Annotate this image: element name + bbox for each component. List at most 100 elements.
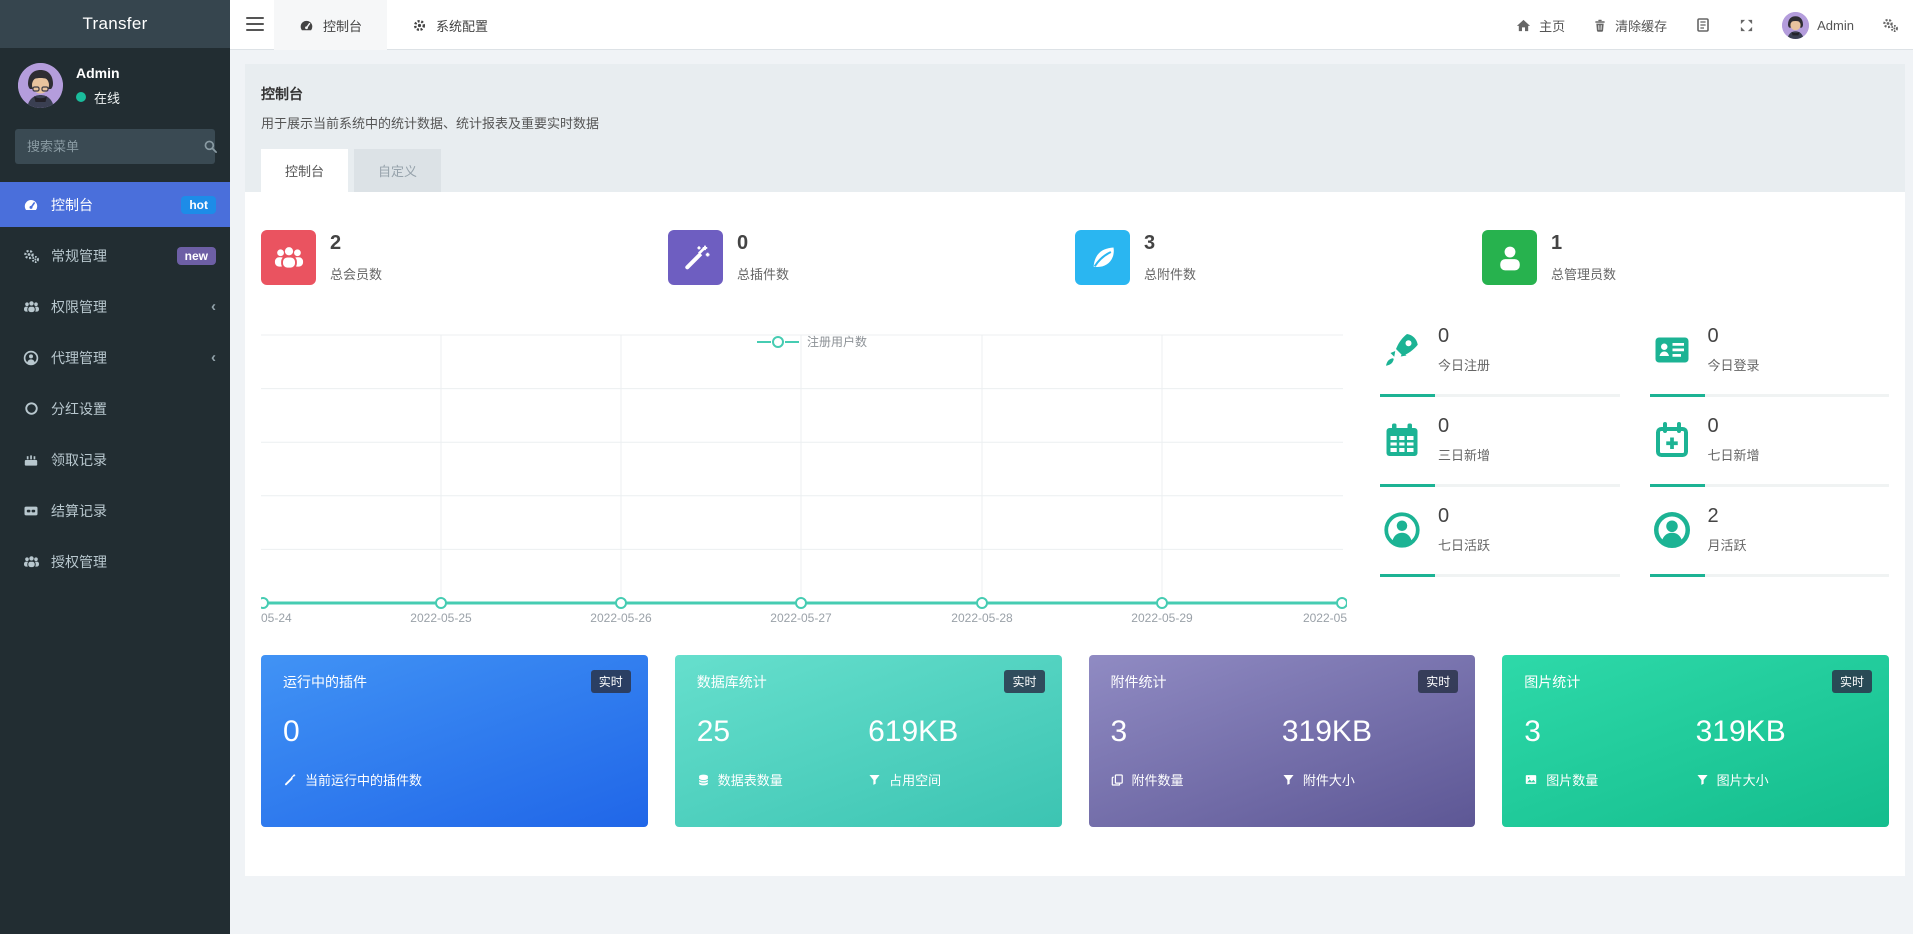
realtime-badge: 实时 [1418, 670, 1458, 693]
sidebar-item-label: 常规管理 [51, 246, 107, 266]
stat-total-members: 2 总会员数 [261, 230, 668, 285]
summary-cards: 运行中的插件 实时 0 当前运行中的插件数 数据库统计 实时 25 [261, 655, 1889, 827]
avatar-image [18, 63, 63, 108]
mini-stat-progress [1650, 484, 1890, 487]
home-link[interactable]: 主页 [1516, 16, 1565, 35]
card-image-stats: 图片统计 实时 3 319KB 图片数量 [1502, 655, 1889, 827]
sidebar-item-general[interactable]: 常规管理 new [0, 233, 230, 278]
sidebar-item-authorization[interactable]: 授权管理 [0, 539, 230, 584]
calendar-plus-icon [1652, 420, 1692, 460]
hot-badge: hot [181, 196, 216, 214]
fullscreen-button[interactable] [1739, 18, 1754, 33]
nav-tab-system-config[interactable]: 系统配置 [387, 0, 513, 50]
mini-stat-monthly-active: 2 月活跃 [1650, 505, 1890, 577]
id-card-icon [1652, 330, 1692, 370]
svg-text:2022-05-27: 2022-05-27 [770, 611, 832, 625]
card-value: 3 [1111, 715, 1282, 749]
chevron-left-icon: ‹ [211, 298, 216, 315]
chart-legend[interactable]: 注册用户数 [757, 334, 867, 349]
trash-icon [1593, 18, 1607, 33]
realtime-badge: 实时 [591, 670, 631, 693]
avatar [1782, 12, 1809, 39]
mini-stat-label: 今日登录 [1708, 355, 1890, 374]
legend-label: 注册用户数 [807, 334, 867, 349]
sidebar-item-agents[interactable]: 代理管理 ‹ [0, 335, 230, 380]
stat-label: 总会员数 [330, 264, 382, 283]
user-icon [1482, 230, 1537, 285]
user-circle-icon [1652, 510, 1692, 550]
svg-text:2022-05-29: 2022-05-29 [1131, 611, 1193, 625]
nav-tab-dashboard[interactable]: 控制台 [274, 0, 387, 50]
mini-stat-label: 七日活跃 [1438, 535, 1620, 554]
svg-text:2022-05-28: 2022-05-28 [951, 611, 1013, 625]
user-menu-label: Admin [1817, 18, 1854, 33]
sidebar-search [15, 129, 215, 164]
chevron-left-icon: ‹ [211, 349, 216, 366]
middle-row: 注册用户数 05-24 2022-05-25 2022-05-26 2022-0… [261, 325, 1889, 627]
x-axis-labels: 05-24 2022-05-25 2022-05-26 2022-05-27 2… [261, 611, 1347, 625]
card-footer-label: 附件数量 [1132, 770, 1184, 789]
stat-label: 总管理员数 [1551, 264, 1616, 283]
card-footer-label: 图片大小 [1717, 770, 1769, 789]
sidebar-item-label: 结算记录 [51, 501, 107, 521]
card-title: 运行中的插件 [283, 672, 626, 692]
top-navbar: 控制台 系统配置 主页 清除缓存 [230, 0, 1913, 50]
card-value-2: 619KB [868, 715, 1039, 749]
user-circle-icon [22, 350, 40, 366]
search-input[interactable] [27, 139, 203, 154]
card-value: 25 [697, 715, 868, 749]
cake-icon [22, 452, 40, 468]
card-footer-label: 图片数量 [1546, 770, 1598, 789]
card-running-plugins: 运行中的插件 实时 0 当前运行中的插件数 [261, 655, 648, 827]
sidebar-item-dashboard[interactable]: 控制台 hot [0, 182, 230, 227]
book-icon [1695, 17, 1711, 33]
new-badge: new [177, 247, 216, 265]
mini-stat-progress [1380, 484, 1620, 487]
card-title: 数据库统计 [697, 672, 1040, 692]
home-label: 主页 [1539, 16, 1565, 35]
user-menu[interactable]: Admin [1782, 12, 1854, 39]
page-title: 控制台 [261, 84, 1889, 104]
sidebar-toggle-icon[interactable] [246, 17, 264, 35]
sidebar-item-label: 控制台 [51, 195, 93, 215]
mini-stat-today-registered: 0 今日注册 [1380, 325, 1620, 397]
database-icon [697, 773, 710, 787]
card-title: 图片统计 [1524, 672, 1867, 692]
magic-wand-icon [283, 773, 297, 787]
sidebar-item-claims[interactable]: 领取记录 [0, 437, 230, 482]
rocket-icon [1382, 330, 1422, 370]
mini-stat-three-day-new: 0 三日新增 [1380, 415, 1620, 487]
user-status: 在线 [76, 88, 120, 107]
stat-total-attachments: 3 总附件数 [1075, 230, 1482, 285]
card-icon [22, 503, 40, 519]
stat-label: 总插件数 [737, 264, 789, 283]
tab-dashboard[interactable]: 控制台 [261, 149, 348, 192]
stat-value: 3 [1144, 232, 1196, 255]
mini-stat-progress [1380, 574, 1620, 577]
user-info: Admin 在线 [76, 65, 120, 107]
sidebar-item-permissions[interactable]: 权限管理 ‹ [0, 284, 230, 329]
tab-custom[interactable]: 自定义 [354, 149, 441, 192]
user-name: Admin [76, 65, 120, 81]
svg-text:2022-05-25: 2022-05-25 [410, 611, 472, 625]
stat-total-plugins: 0 总插件数 [668, 230, 1075, 285]
sidebar-item-dividends[interactable]: 分红设置 [0, 386, 230, 431]
mini-stat-progress [1650, 574, 1890, 577]
stat-total-admins: 1 总管理员数 [1482, 230, 1889, 285]
settings-button[interactable] [1882, 17, 1899, 33]
mini-stat-value: 0 [1438, 325, 1620, 348]
avatar[interactable] [18, 63, 63, 108]
app-logo: Transfer [0, 0, 230, 48]
user-status-label: 在线 [94, 88, 120, 107]
filter-icon [868, 773, 881, 786]
language-button[interactable] [1695, 17, 1711, 33]
card-attachment-stats: 附件统计 实时 3 319KB 附件数量 [1089, 655, 1476, 827]
search-icon[interactable] [203, 139, 218, 154]
mini-stat-value: 0 [1438, 505, 1620, 528]
card-title: 附件统计 [1111, 672, 1454, 692]
sidebar-item-settlements[interactable]: 结算记录 [0, 488, 230, 533]
page-header: 控制台 用于展示当前系统中的统计数据、统计报表及重要实时数据 控制台 自定义 [245, 64, 1905, 192]
stat-value: 1 [1551, 232, 1616, 255]
circle-icon [22, 401, 40, 416]
clear-cache-button[interactable]: 清除缓存 [1593, 16, 1667, 35]
